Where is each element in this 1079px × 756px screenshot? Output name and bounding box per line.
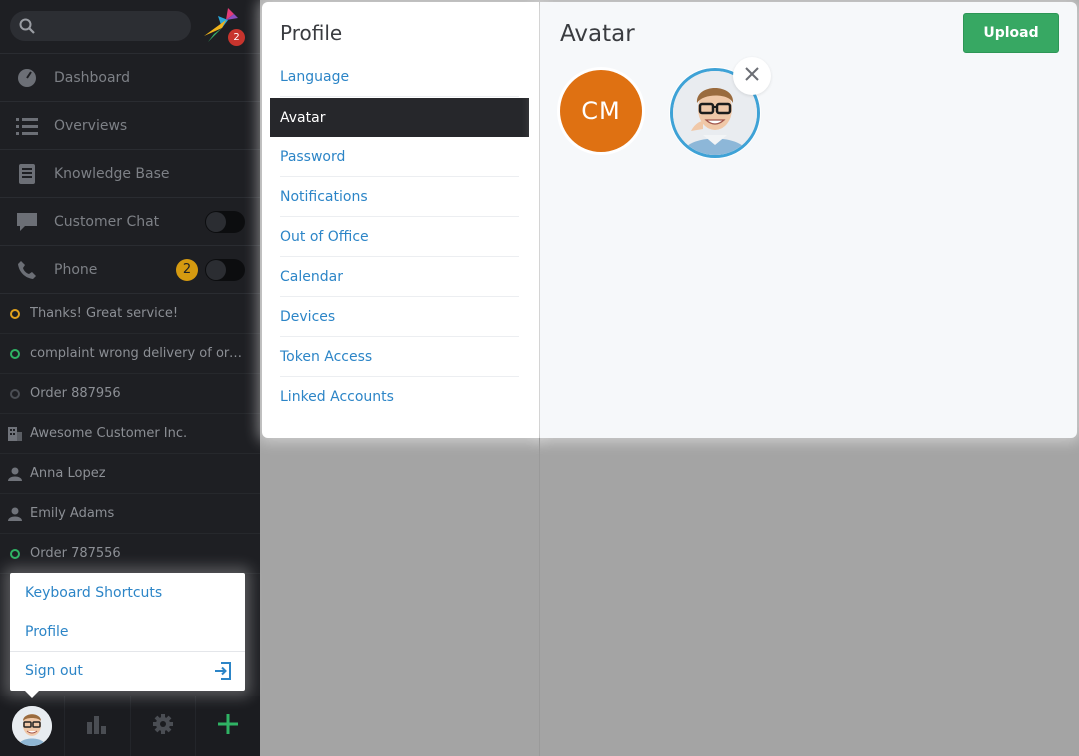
nav-dashboard[interactable]: Dashboard bbox=[0, 54, 260, 102]
sidebar-bottom-bar bbox=[0, 696, 260, 756]
nav-customer-chat[interactable]: Customer Chat bbox=[0, 198, 260, 246]
search-input[interactable] bbox=[10, 11, 191, 41]
column-divider bbox=[539, 438, 540, 756]
task-item[interactable]: Emily Adams bbox=[0, 494, 260, 534]
profile-menu-label: Notifications bbox=[280, 188, 368, 205]
task-label: Order 887956 bbox=[30, 386, 121, 401]
plus-icon bbox=[217, 714, 238, 738]
avatar bbox=[12, 706, 53, 746]
profile-menu-item-password[interactable]: Password bbox=[280, 137, 519, 177]
task-label: Anna Lopez bbox=[30, 466, 106, 481]
nav-label: Dashboard bbox=[54, 69, 130, 86]
profile-menu-label: Calendar bbox=[280, 268, 343, 285]
ticket-status-closed-icon bbox=[0, 388, 30, 399]
avatar-panel-title: Avatar bbox=[560, 21, 635, 47]
profile-menu-label: Devices bbox=[280, 308, 336, 325]
profile-menu-label: Avatar bbox=[280, 109, 326, 126]
task-label: Order 787556 bbox=[30, 546, 121, 561]
ticket-status-open-icon bbox=[0, 308, 30, 319]
profile-menu-item-avatar[interactable]: Avatar bbox=[270, 98, 529, 137]
user-icon bbox=[0, 467, 30, 481]
organization-icon bbox=[0, 426, 30, 441]
phone-icon bbox=[0, 260, 54, 280]
nav-overviews[interactable]: Overviews bbox=[0, 102, 260, 150]
task-label: Emily Adams bbox=[30, 506, 115, 521]
profile-menu-item-calendar[interactable]: Calendar bbox=[280, 257, 519, 297]
create-new-button[interactable] bbox=[196, 696, 260, 756]
task-item[interactable]: Thanks! Great service! bbox=[0, 294, 260, 334]
avatar-panel: Avatar Upload CM bbox=[540, 2, 1077, 438]
upload-button[interactable]: Upload bbox=[963, 13, 1059, 53]
profile-menu-item-out-of-office[interactable]: Out of Office bbox=[280, 217, 519, 257]
user-icon bbox=[0, 507, 30, 521]
settings-button[interactable] bbox=[131, 696, 196, 756]
task-label: Awesome Customer Inc. bbox=[30, 426, 188, 441]
list-icon bbox=[0, 117, 54, 135]
user-menu: Keyboard Shortcuts Profile Sign out bbox=[10, 573, 245, 698]
profile-menu-item-token-access[interactable]: Token Access bbox=[280, 337, 519, 377]
bar-chart-icon bbox=[86, 714, 108, 738]
profile-menu-item-linked-accounts[interactable]: Linked Accounts bbox=[280, 377, 519, 417]
menu-item-keyboard-shortcuts[interactable]: Keyboard Shortcuts bbox=[10, 573, 245, 612]
nav-label: Knowledge Base bbox=[54, 165, 170, 182]
task-label: Thanks! Great service! bbox=[30, 306, 179, 321]
phone-count-badge: 2 bbox=[176, 259, 198, 281]
profile-menu-label: Out of Office bbox=[280, 228, 369, 245]
close-icon bbox=[745, 67, 759, 85]
initials-avatar: CM bbox=[560, 70, 642, 152]
gear-icon bbox=[152, 713, 174, 739]
profile-menu-title: Profile bbox=[280, 21, 343, 45]
remove-avatar-button[interactable] bbox=[733, 57, 771, 95]
task-item[interactable]: Anna Lopez bbox=[0, 454, 260, 494]
chat-toggle[interactable] bbox=[205, 211, 245, 233]
ticket-status-new-icon bbox=[0, 548, 30, 559]
menu-item-label: Profile bbox=[25, 623, 69, 640]
reports-button[interactable] bbox=[65, 696, 131, 756]
user-avatar-button[interactable] bbox=[0, 696, 66, 756]
book-icon bbox=[0, 163, 54, 184]
task-item[interactable]: Awesome Customer Inc. bbox=[0, 414, 260, 454]
task-item[interactable]: Order 787556 bbox=[0, 534, 260, 574]
dashboard-icon bbox=[0, 68, 54, 88]
menu-item-profile[interactable]: Profile bbox=[10, 612, 245, 651]
profile-menu-label: Language bbox=[280, 68, 350, 85]
profile-menu-label: Password bbox=[280, 148, 346, 165]
popup-arrow bbox=[25, 691, 39, 698]
task-item[interactable]: Order 887956 bbox=[0, 374, 260, 414]
menu-item-label: Sign out bbox=[25, 663, 83, 679]
phone-toggle[interactable] bbox=[205, 259, 245, 281]
search-icon bbox=[19, 18, 35, 38]
search-row: 2 bbox=[0, 0, 260, 54]
nav-knowledge-base[interactable]: Knowledge Base bbox=[0, 150, 260, 198]
profile-menu-item-notifications[interactable]: Notifications bbox=[280, 177, 519, 217]
nav-label: Phone bbox=[54, 261, 98, 278]
profile-menu-label: Token Access bbox=[280, 348, 373, 365]
profile-menu-item-devices[interactable]: Devices bbox=[280, 297, 519, 337]
nav-label: Overviews bbox=[54, 117, 128, 134]
logo-icon[interactable]: 2 bbox=[200, 6, 245, 46]
profile-menu-item-language[interactable]: Language bbox=[280, 57, 519, 97]
sign-out-icon bbox=[215, 662, 231, 684]
menu-item-sign-out[interactable]: Sign out bbox=[10, 651, 245, 690]
profile-menu-label: Linked Accounts bbox=[280, 389, 394, 405]
nav-phone[interactable]: Phone 2 bbox=[0, 246, 260, 294]
profile-menu: Profile Language Avatar Password Notific… bbox=[262, 2, 539, 438]
task-item[interactable]: complaint wrong delivery of order bbox=[0, 334, 260, 374]
notification-badge: 2 bbox=[228, 29, 245, 46]
initials-avatar-option[interactable]: CM bbox=[557, 67, 645, 155]
chat-icon bbox=[0, 212, 54, 231]
ticket-status-new-icon bbox=[0, 348, 30, 359]
menu-item-label: Keyboard Shortcuts bbox=[25, 584, 163, 601]
task-label: complaint wrong delivery of order bbox=[30, 346, 250, 361]
nav-label: Customer Chat bbox=[54, 213, 160, 230]
